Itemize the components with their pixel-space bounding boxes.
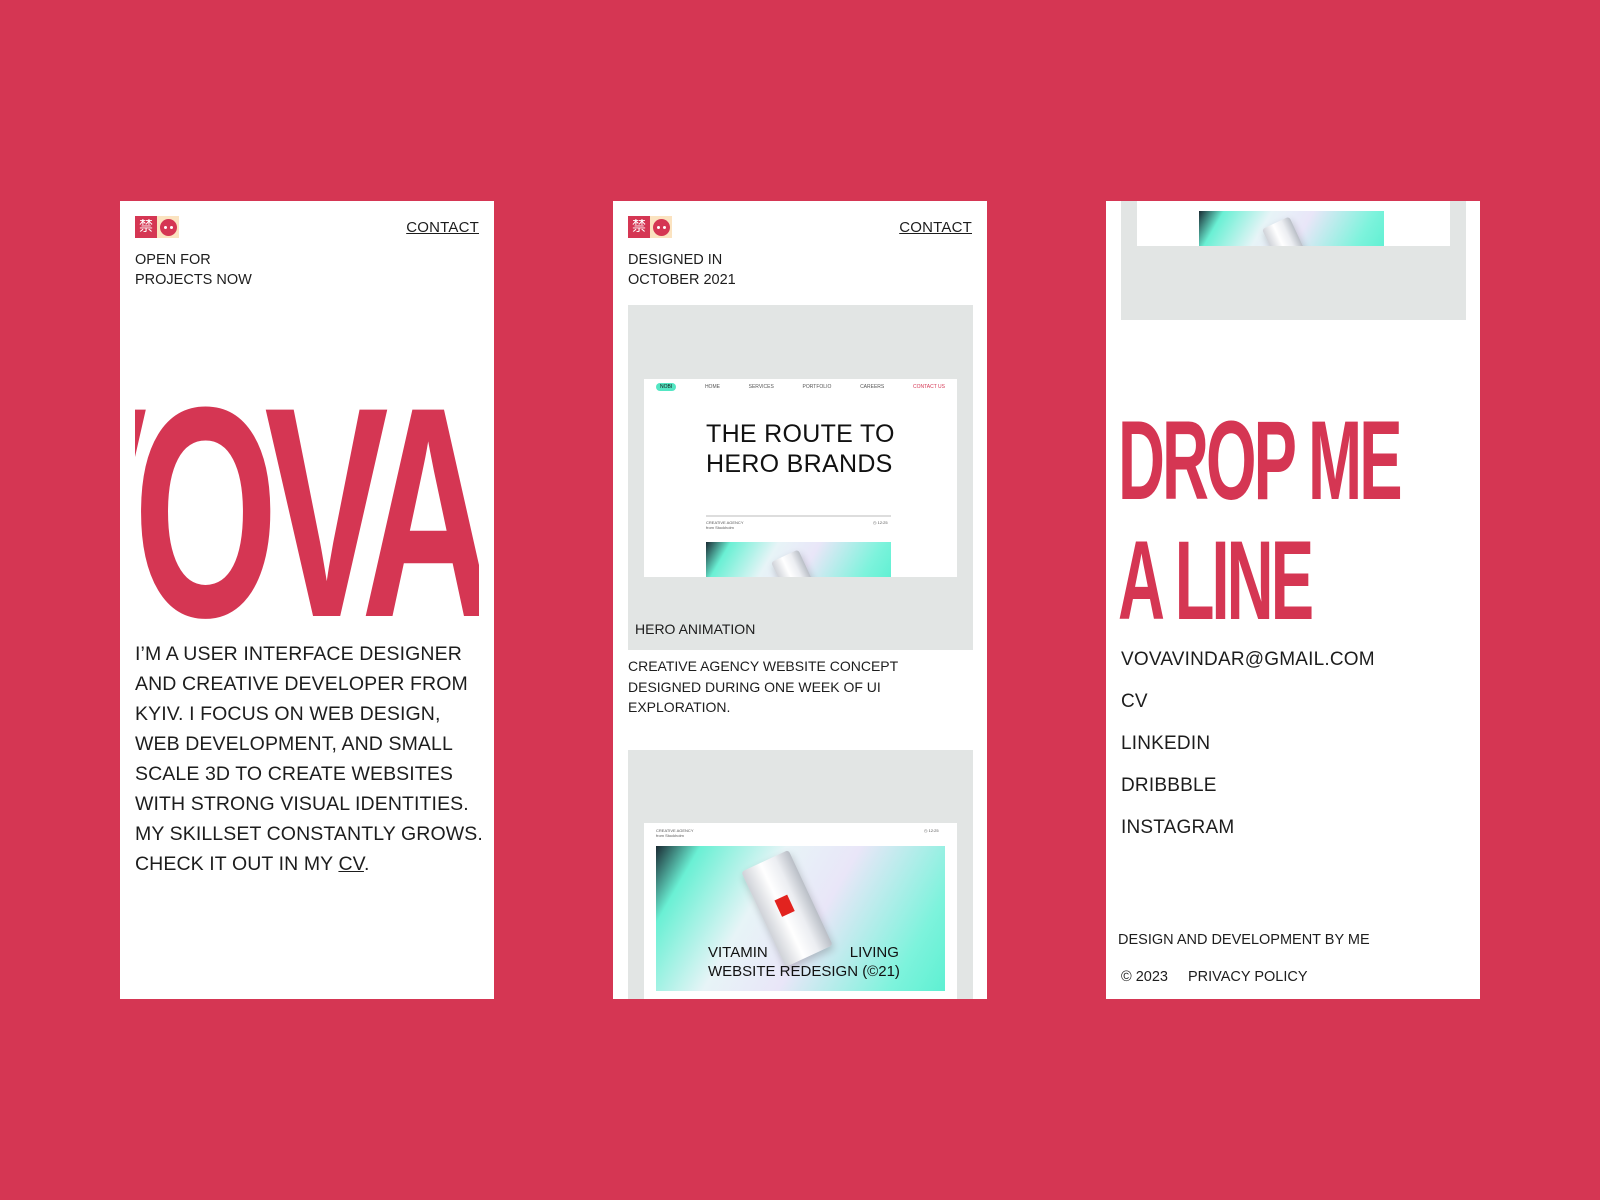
mock-title-line: THE ROUTE TO bbox=[706, 420, 895, 448]
credit-text: DESIGN AND DEVELOPMENT BY ME bbox=[1118, 932, 1370, 948]
headline-line: DROP ME bbox=[1118, 398, 1403, 523]
logo[interactable]: 禁 bbox=[135, 216, 179, 238]
footer-row: © 2023 PRIVACY POLICY bbox=[1121, 969, 1308, 985]
bio-text: I’M A USER INTERFACE DESIGNER AND CREATI… bbox=[135, 643, 483, 875]
top-bar: 禁 CONTACT bbox=[135, 216, 479, 238]
project-caption: HERO ANIMATION bbox=[635, 621, 756, 637]
project-card-hero-animation[interactable]: NOBI HOME SERVICES PORTFOLIO CAREERS CON… bbox=[628, 305, 973, 650]
mock-nav-logo: NOBI bbox=[656, 383, 677, 391]
mock-website-preview: CREATIVE AGENCY from Stockholm ◷ 12:25 V… bbox=[644, 823, 957, 999]
phone-screen-projects: 禁 CONTACT DESIGNED IN OCTOBER 2021 NOBI … bbox=[613, 201, 987, 999]
bio-paragraph: I’M A USER INTERFACE DESIGNER AND CREATI… bbox=[135, 639, 485, 879]
red-thumbnail bbox=[774, 894, 795, 917]
bio-end: . bbox=[363, 853, 370, 875]
project-title: VITAMIN LIVING WEBSITE REDESIGN (©21) bbox=[708, 943, 900, 981]
mock-meta-time: ◷ 12:25 bbox=[924, 828, 939, 833]
phone-screen-home: 禁 CONTACT OPEN FOR PROJECTS NOW VOVA I’M… bbox=[120, 201, 494, 999]
hero-gradient-image: VITAMIN LIVING WEBSITE REDESIGN (©21) bbox=[656, 846, 945, 991]
mock-nav: NOBI HOME SERVICES PORTFOLIO CAREERS CON… bbox=[644, 379, 957, 395]
dribbble-link[interactable]: DRIBBBLE bbox=[1121, 765, 1375, 807]
date-line: OCTOBER 2021 bbox=[628, 272, 736, 288]
mock-nav-cta: CONTACT US bbox=[912, 384, 945, 390]
contact-headline: DROP ME A LINE bbox=[1118, 398, 1403, 643]
designed-date: DESIGNED IN OCTOBER 2021 bbox=[628, 250, 736, 290]
mock-meta-left: CREATIVE AGENCY from Stockholm bbox=[706, 520, 744, 530]
hero-gradient-image bbox=[1199, 211, 1384, 246]
big-name-text: VOVA bbox=[135, 406, 479, 624]
face-logo-icon bbox=[157, 216, 179, 238]
logo[interactable]: 禁 bbox=[628, 216, 672, 238]
email-link[interactable]: VOVAVINDAR@GMAIL.COM bbox=[1121, 639, 1375, 681]
mock-nav-item: PORTFOLIO bbox=[802, 384, 832, 390]
kanji-logo-icon: 禁 bbox=[628, 216, 650, 238]
availability-status: OPEN FOR PROJECTS NOW bbox=[135, 250, 252, 290]
hero-gradient-image bbox=[706, 542, 891, 577]
rolled-page-graphic bbox=[1261, 216, 1307, 246]
mock-nav-item: HOME bbox=[704, 384, 720, 390]
face-logo-icon bbox=[650, 216, 672, 238]
date-line: DESIGNED IN bbox=[628, 252, 723, 268]
top-bar: 禁 CONTACT bbox=[628, 216, 972, 238]
title-line: WEBSITE REDESIGN (©21) bbox=[708, 963, 900, 980]
meta-line: from Stockholm bbox=[706, 525, 734, 530]
divider bbox=[706, 515, 891, 517]
mock-nav-item: SERVICES bbox=[748, 384, 774, 390]
mock-title-line: HERO BRANDS bbox=[706, 450, 893, 478]
status-line: OPEN FOR bbox=[135, 252, 211, 268]
project-card-vitamin-living[interactable]: CREATIVE AGENCY from Stockholm ◷ 12:25 V… bbox=[628, 750, 973, 999]
meta-line: from Stockholm bbox=[656, 833, 684, 838]
cv-link[interactable]: CV bbox=[338, 853, 364, 875]
mock-website-preview bbox=[1137, 201, 1450, 246]
cv-link[interactable]: CV bbox=[1121, 681, 1375, 723]
title-word: LIVING bbox=[849, 944, 899, 961]
copyright-text: © 2023 bbox=[1121, 969, 1168, 985]
mock-meta-time: ◷ 12:25 bbox=[873, 520, 888, 525]
contact-links: VOVAVINDAR@GMAIL.COM CV LINKEDIN DRIBBBL… bbox=[1121, 639, 1375, 849]
linkedin-link[interactable]: LINKEDIN bbox=[1121, 723, 1375, 765]
kanji-logo-icon: 禁 bbox=[135, 216, 157, 238]
status-line: PROJECTS NOW bbox=[135, 272, 252, 288]
rolled-page-graphic bbox=[770, 549, 816, 577]
project-card-partial[interactable] bbox=[1121, 201, 1466, 320]
contact-link[interactable]: CONTACT bbox=[899, 219, 972, 236]
big-name-heading: VOVA bbox=[135, 406, 479, 624]
contact-link[interactable]: CONTACT bbox=[406, 219, 479, 236]
mock-website-preview: NOBI HOME SERVICES PORTFOLIO CAREERS CON… bbox=[644, 379, 957, 577]
project-description: CREATIVE AGENCY WEBSITE CONCEPT DESIGNED… bbox=[628, 658, 898, 715]
title-word: VITAMIN bbox=[708, 944, 768, 961]
mock-meta-left: CREATIVE AGENCY from Stockholm bbox=[656, 828, 694, 838]
privacy-policy-link[interactable]: PRIVACY POLICY bbox=[1188, 969, 1308, 985]
headline-line: A LINE bbox=[1118, 518, 1314, 643]
instagram-link[interactable]: INSTAGRAM bbox=[1121, 807, 1375, 849]
mock-nav-item: CAREERS bbox=[860, 384, 885, 390]
phone-screen-contact: DROP ME A LINE VOVAVINDAR@GMAIL.COM CV L… bbox=[1106, 201, 1480, 999]
mock-hero-title: THE ROUTE TO HERO BRANDS bbox=[706, 419, 895, 479]
